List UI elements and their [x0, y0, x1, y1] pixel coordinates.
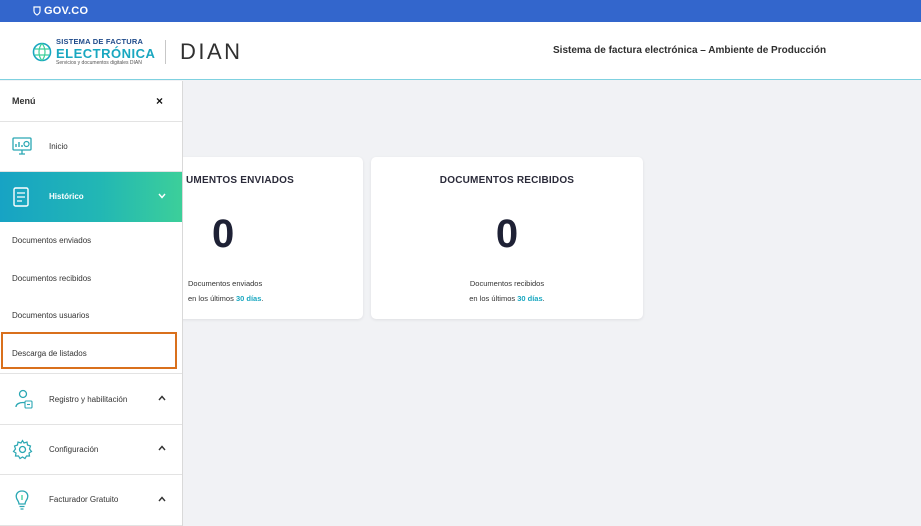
brand-separator	[165, 40, 166, 64]
card-desc-days: 30 días	[517, 294, 543, 303]
header: SISTEMA DE FACTURA ELECTRÓNICA Servicios…	[0, 22, 921, 80]
factura-electronica-logo[interactable]: SISTEMA DE FACTURA ELECTRÓNICA Servicios…	[32, 38, 155, 66]
submenu-label: Documentos recibidos	[12, 274, 92, 283]
sidebar-item-label: Configuración	[49, 445, 99, 454]
document-list-icon	[13, 187, 29, 207]
user-register-icon	[15, 389, 33, 409]
lightbulb-icon	[15, 490, 29, 510]
environment-title: Sistema de factura electrónica – Ambient…	[553, 45, 827, 56]
brand-line-1: SISTEMA DE FACTURA	[56, 37, 144, 46]
close-icon[interactable]: ×	[156, 94, 163, 108]
sidebar-item-registro[interactable]: Registro y habilitación	[0, 373, 182, 425]
chevron-down-icon	[158, 191, 166, 201]
globe-logo-icon	[32, 42, 52, 62]
chevron-up-icon	[158, 494, 166, 504]
sidebar-item-configuracion[interactable]: Configuración	[0, 424, 182, 475]
submenu-documentos-recibidos[interactable]: Documentos recibidos	[0, 260, 182, 298]
card-desc-line1: Documentos recibidos	[469, 279, 545, 288]
highlight-box	[1, 332, 177, 369]
brand-line-3: Servicios y documentos digitales DIAN	[56, 59, 142, 66]
sidebar-item-label: Registro y habilitación	[49, 395, 128, 404]
sidebar-item-inicio[interactable]: Inicio	[0, 122, 182, 172]
submenu-documentos-enviados[interactable]: Documentos enviados	[0, 222, 182, 260]
card-desc-suffix: .	[542, 294, 545, 303]
brand-line-2: ELECTRÓNICA	[56, 45, 156, 61]
sidebar-item-label: Inicio	[49, 142, 68, 151]
submenu-label: Documentos usuarios	[12, 311, 90, 320]
sidebar-menu: Menú × Inicio Histórico Documentos envia…	[0, 81, 183, 526]
card-desc-days: 30 días	[235, 294, 262, 303]
sidebar-item-facturador-gratuito[interactable]: Facturador Gratuito	[0, 475, 182, 526]
card-desc-line1: Documentos enviados	[188, 279, 263, 288]
card-title: DOCUMENTOS RECIBIDOS	[439, 175, 575, 186]
shield-icon	[33, 6, 41, 16]
sidebar-item-historico[interactable]: Histórico	[0, 172, 182, 222]
dian-logo[interactable]: DIAN	[180, 39, 243, 65]
monitor-chart-icon	[12, 137, 32, 155]
chevron-up-icon	[158, 443, 166, 453]
card-documentos-recibidos: DOCUMENTOS RECIBIDOS 0 Documentos recibi…	[371, 157, 643, 319]
card-desc-prefix: en los últimos	[188, 294, 236, 303]
gov-bar: GOV.CO	[0, 0, 921, 22]
sidebar-item-label: Facturador Gratuito	[49, 495, 119, 504]
card-description: Documentos recibidos en los últimos 30 d…	[371, 276, 643, 306]
submenu-documentos-usuarios[interactable]: Documentos usuarios	[0, 297, 182, 335]
gov-co-label: GOV.CO	[44, 5, 89, 17]
gov-co-logo[interactable]: GOV.CO	[33, 3, 88, 19]
menu-header: Menú ×	[0, 81, 182, 122]
sidebar-item-label: Histórico	[49, 192, 84, 201]
submenu-label: Documentos enviados	[12, 236, 92, 245]
gear-icon	[12, 439, 33, 460]
chevron-up-icon	[158, 393, 166, 403]
card-count: 0	[495, 212, 519, 256]
card-desc-suffix: .	[261, 294, 264, 303]
card-desc-prefix: en los últimos	[469, 294, 518, 303]
menu-title: Menú	[12, 96, 36, 106]
